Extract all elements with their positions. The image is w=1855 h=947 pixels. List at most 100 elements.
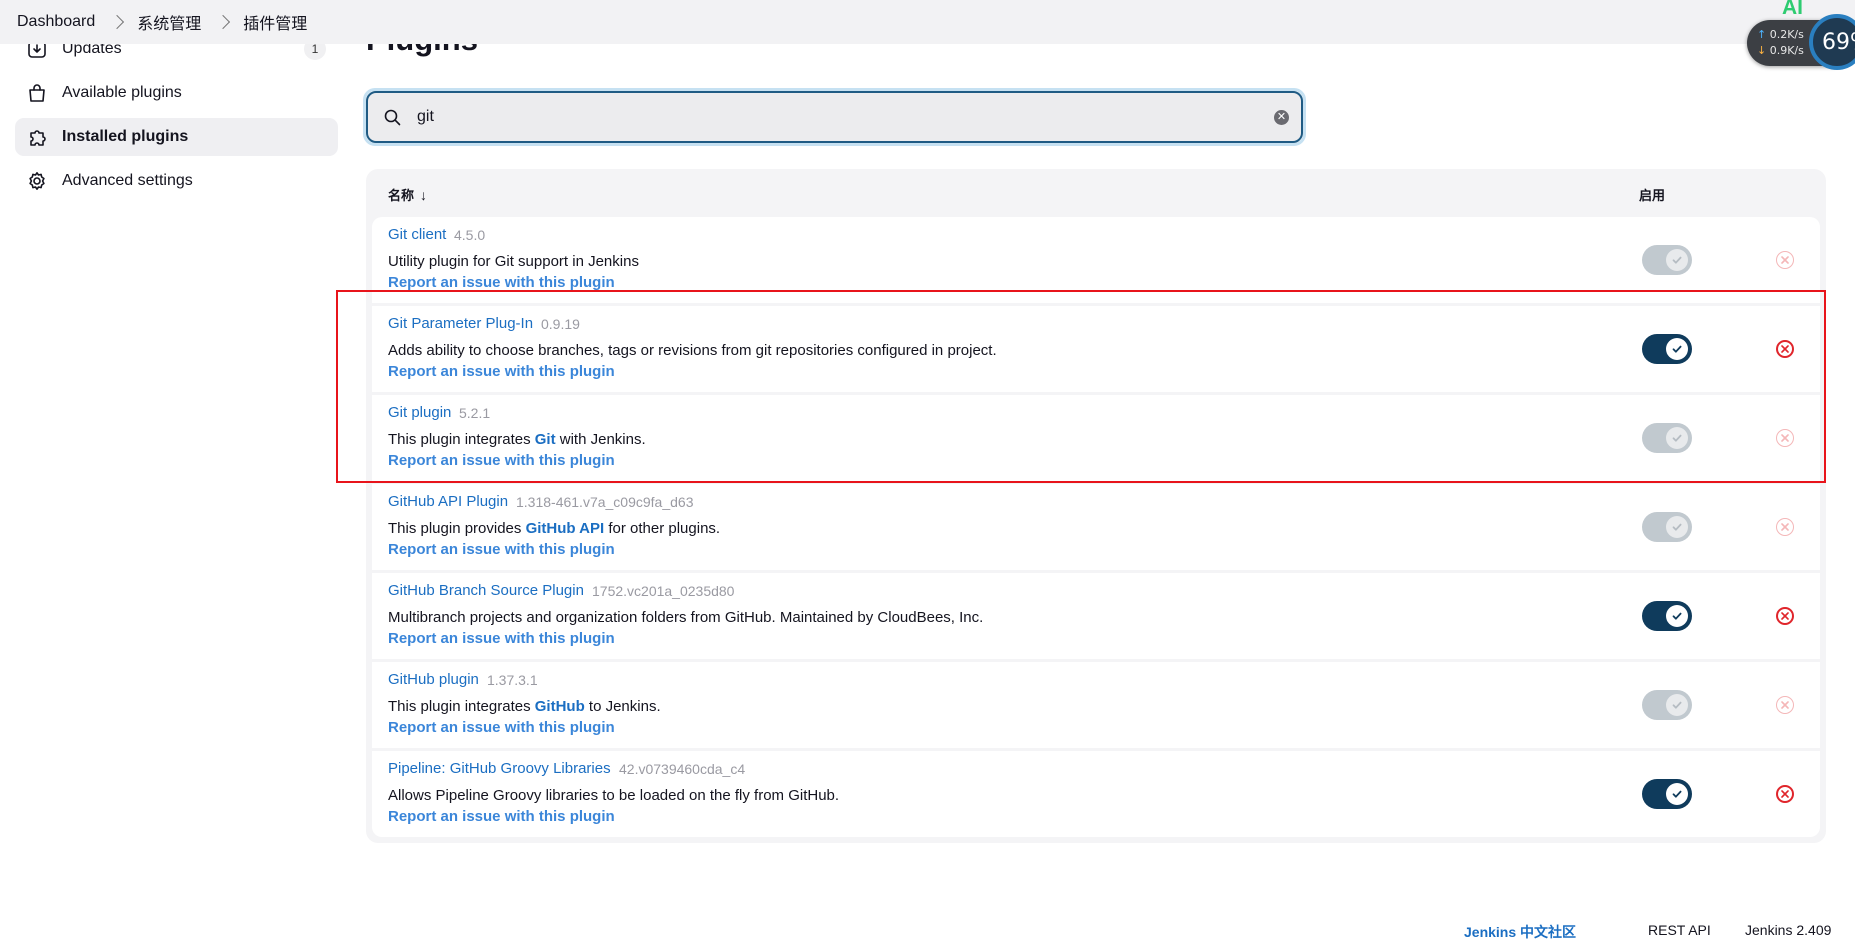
search-input[interactable] xyxy=(415,107,1239,127)
check-icon xyxy=(1666,694,1688,716)
breadcrumb-system-management[interactable]: 系统管理 xyxy=(137,10,201,34)
footer-rest-api-link[interactable]: REST API xyxy=(1648,922,1711,938)
plugin-name-link[interactable]: Pipeline: GitHub Groovy Libraries xyxy=(388,760,611,777)
report-issue-link[interactable]: Report an issue with this plugin xyxy=(388,363,615,380)
check-icon xyxy=(1666,516,1688,538)
plugin-description: This plugin provides GitHub API for othe… xyxy=(388,520,720,537)
plugin-version: 1.37.3.1 xyxy=(487,672,538,688)
description-text: This plugin integrates xyxy=(388,698,535,715)
table-row: GitHub API Plugin 1.318-461.v7a_c09c9fa_d… xyxy=(372,484,1820,570)
ai-label[interactable]: AI xyxy=(1782,0,1803,20)
uninstall-icon[interactable] xyxy=(1776,251,1794,269)
table-row: Pipeline: GitHub Groovy Libraries 42.v073… xyxy=(372,751,1820,837)
shopping-bag-icon xyxy=(26,82,48,104)
description-text: to Jenkins. xyxy=(584,698,661,715)
description-text: Allows Pipeline Groovy libraries to be l… xyxy=(388,787,840,804)
enable-toggle[interactable] xyxy=(1642,601,1692,631)
plugin-name-link[interactable]: Git client xyxy=(388,226,446,243)
breadcrumb-plugin-management[interactable]: 插件管理 xyxy=(243,10,307,34)
table-row: GitHub plugin 1.37.3.1 This plugin integra… xyxy=(372,662,1820,748)
plugin-description: Allows Pipeline Groovy libraries to be l… xyxy=(388,787,839,804)
plugin-version: 4.5.0 xyxy=(454,227,486,243)
table-row: Git client 4.5.0 Utility plugin for Git su… xyxy=(372,217,1820,303)
description-text: This plugin provides xyxy=(388,520,526,537)
footer-community-link[interactable]: Jenkins 中文社区 xyxy=(1464,922,1576,942)
description-link[interactable]: GitHub API xyxy=(526,520,605,537)
description-link[interactable]: Git xyxy=(535,431,556,448)
uninstall-icon[interactable] xyxy=(1776,340,1794,358)
enable-toggle[interactable] xyxy=(1642,779,1692,809)
plugin-name-link[interactable]: Git Parameter Plug-In xyxy=(388,315,533,332)
breadcrumb-dashboard[interactable]: Dashboard xyxy=(17,13,95,31)
network-speed-widget[interactable]: ↑ 0.2K/s ↓ 0.9K/s 69% xyxy=(1745,14,1855,70)
footer-version[interactable]: Jenkins 2.409 xyxy=(1745,922,1831,938)
column-header-enabled[interactable]: 启用 xyxy=(1639,185,1665,204)
uninstall-icon[interactable] xyxy=(1776,785,1794,803)
description-text: with Jenkins. xyxy=(555,431,646,448)
breadcrumb: Dashboard 系统管理 插件管理 xyxy=(0,10,307,34)
download-speed: ↓ 0.9K/s xyxy=(1757,44,1804,57)
enable-toggle[interactable] xyxy=(1642,423,1692,453)
plugin-description: This plugin integrates Git with Jenkins. xyxy=(388,431,646,448)
clear-search-icon[interactable]: ✕ xyxy=(1274,110,1289,125)
table-row: Git plugin 5.2.1 This plugin integrates Gi… xyxy=(372,395,1820,481)
description-link[interactable]: GitHub xyxy=(535,698,585,715)
plugin-name-link[interactable]: Git plugin xyxy=(388,404,451,421)
description-text: Multibranch projects and organization fo… xyxy=(388,609,984,626)
report-issue-link[interactable]: Report an issue with this plugin xyxy=(388,274,615,291)
plugin-description: This plugin integrates GitHub to Jenkins… xyxy=(388,698,661,715)
uninstall-icon[interactable] xyxy=(1776,429,1794,447)
enable-toggle[interactable] xyxy=(1642,690,1692,720)
table-row: Git Parameter Plug-In 0.9.19 Adds ability … xyxy=(372,306,1820,392)
description-text: This plugin integrates xyxy=(388,431,535,448)
sidebar-item-installed-plugins[interactable]: Installed plugins xyxy=(15,118,338,156)
report-issue-link[interactable]: Report an issue with this plugin xyxy=(388,452,615,469)
plugin-version: 42.v0739460cda_c4 xyxy=(619,761,746,777)
search-icon xyxy=(384,109,401,126)
description-text: for other plugins. xyxy=(604,520,721,537)
check-icon xyxy=(1666,605,1688,627)
plugin-version: 1752.vc201a_0235d80 xyxy=(592,583,735,599)
plugins-table: 名称 ↓ 启用 Git client 4.5.0 Utility plugin for… xyxy=(366,169,1826,843)
uninstall-icon[interactable] xyxy=(1776,518,1794,536)
enable-toggle[interactable] xyxy=(1642,334,1692,364)
arrow-up-icon: ↑ xyxy=(1757,28,1767,41)
check-icon xyxy=(1666,249,1688,271)
uninstall-icon[interactable] xyxy=(1776,607,1794,625)
plugin-version: 5.2.1 xyxy=(459,405,491,421)
sidebar-item-available-plugins[interactable]: Available plugins xyxy=(15,74,338,112)
report-issue-link[interactable]: Report an issue with this plugin xyxy=(388,808,615,825)
sidebar: Updates 1 Available plugins Installed pl… xyxy=(15,30,338,206)
check-icon xyxy=(1666,783,1688,805)
table-row: GitHub Branch Source Plugin 1752.vc201a_0… xyxy=(372,573,1820,659)
report-issue-link[interactable]: Report an issue with this plugin xyxy=(388,719,615,736)
plugin-description: Utility plugin for Git support in Jenkin… xyxy=(388,253,639,270)
enable-toggle[interactable] xyxy=(1642,512,1692,542)
description-text: Adds ability to choose branches, tags or… xyxy=(388,342,997,359)
check-icon xyxy=(1666,338,1688,360)
table-header: 名称 ↓ 启用 xyxy=(366,169,1826,217)
arrow-down-icon: ↓ xyxy=(1757,44,1767,57)
description-text: Utility plugin for Git support in Jenkin… xyxy=(388,253,639,270)
enable-toggle[interactable] xyxy=(1642,245,1692,275)
plugin-description: Multibranch projects and organization fo… xyxy=(388,609,983,626)
chevron-right-icon xyxy=(110,14,125,30)
plugin-description: Adds ability to choose branches, tags or… xyxy=(388,342,997,359)
plugin-version: 1.318-461.v7a_c09c9fa_d63 xyxy=(516,494,694,510)
sidebar-item-label: Installed plugins xyxy=(62,128,189,145)
column-header-name[interactable]: 名称 ↓ xyxy=(388,185,427,204)
breadcrumb-bar: Dashboard 系统管理 插件管理 xyxy=(0,0,1855,44)
plugin-name-link[interactable]: GitHub API Plugin xyxy=(388,493,508,510)
chevron-right-icon xyxy=(216,14,231,30)
uninstall-icon[interactable] xyxy=(1776,696,1794,714)
puzzle-icon xyxy=(26,126,48,148)
report-issue-link[interactable]: Report an issue with this plugin xyxy=(388,541,615,558)
sort-arrow-icon: ↓ xyxy=(420,187,428,203)
plugin-name-link[interactable]: GitHub Branch Source Plugin xyxy=(388,582,584,599)
upload-speed: ↑ 0.2K/s xyxy=(1757,28,1804,41)
plugin-name-link[interactable]: GitHub plugin xyxy=(388,671,479,688)
search-box[interactable]: ✕ xyxy=(366,91,1303,143)
plugin-version: 0.9.19 xyxy=(541,316,580,332)
sidebar-item-advanced-settings[interactable]: Advanced settings xyxy=(15,162,338,200)
report-issue-link[interactable]: Report an issue with this plugin xyxy=(388,630,615,647)
